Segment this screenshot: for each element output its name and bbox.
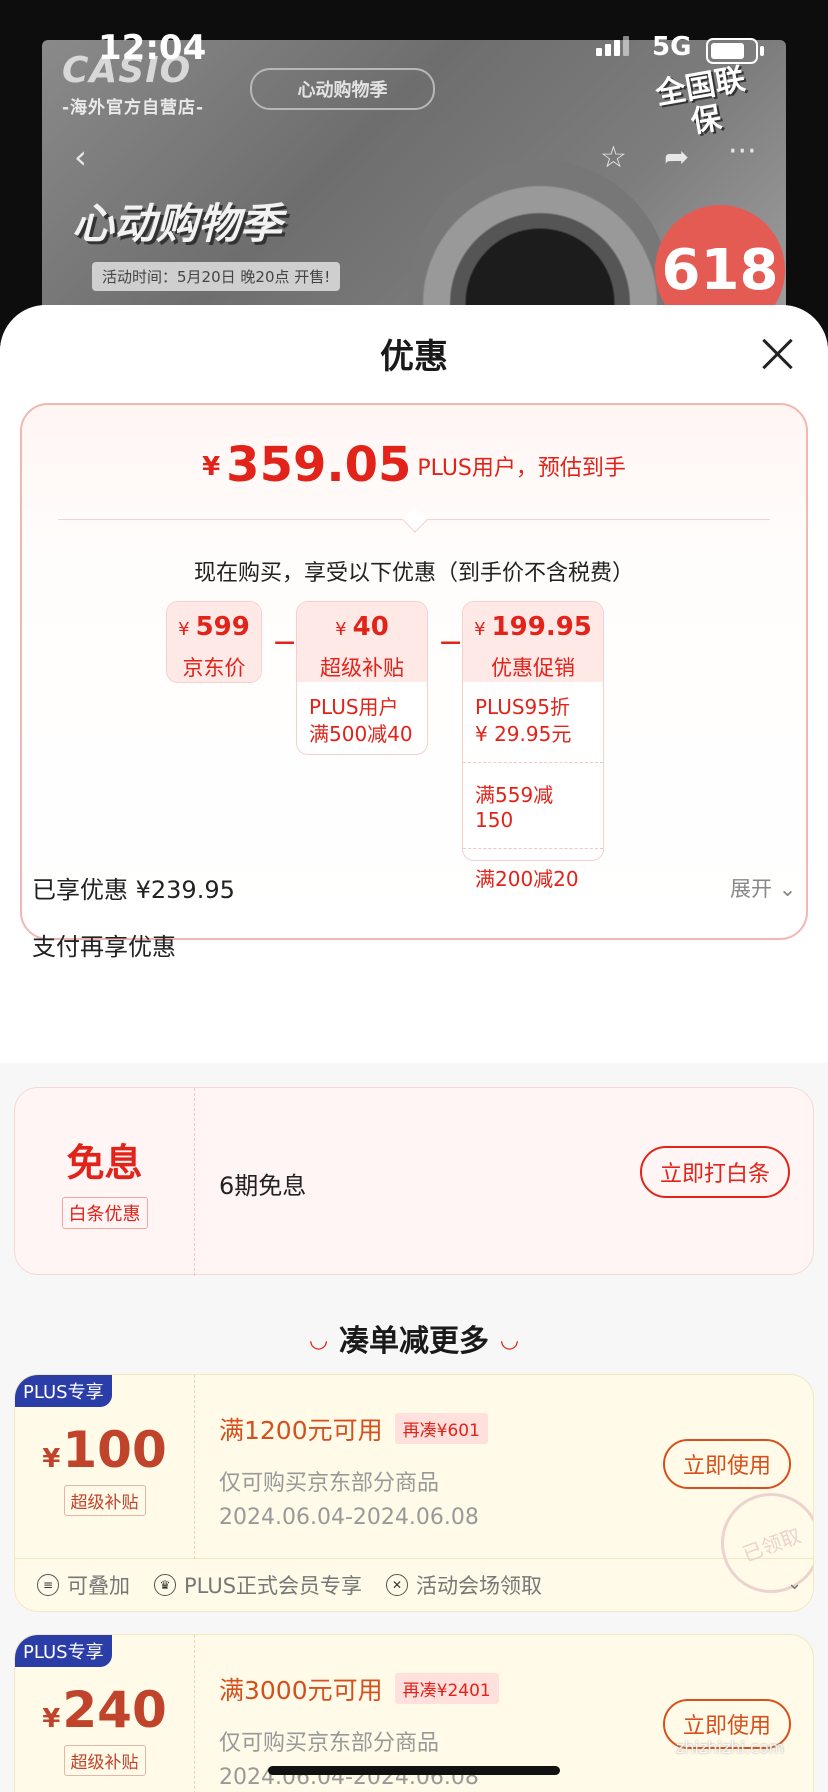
- final-price-currency: ¥: [202, 452, 221, 482]
- credit-offer-card: 免息 白条优惠 6期免息 立即打白条: [14, 1087, 814, 1276]
- sheet-header: 优惠: [0, 305, 828, 403]
- expand-button[interactable]: 展开 ⌄: [730, 873, 796, 903]
- battery-icon: [706, 38, 758, 64]
- promo-label: 优惠促销: [491, 656, 575, 680]
- coupon-condition: 满1200元可用 再凑¥601: [219, 1411, 488, 1447]
- final-price-note: PLUS用户，预估到手: [417, 456, 626, 481]
- coupon-desc: 仅可购买京东部分商品: [219, 1731, 440, 1756]
- banner-event-time: 活动时间：5月20日 晚20点 开售!: [92, 262, 341, 291]
- subsidy-label: 超级补贴: [320, 656, 404, 680]
- saved-amount: 已享优惠 ¥239.95: [32, 876, 235, 904]
- signal-icon: [596, 36, 629, 56]
- meta-stackable: ≡ 可叠加: [37, 1570, 130, 1600]
- coupon-tag: 超级补贴: [63, 1485, 146, 1516]
- banner-headline: 心动购物季: [72, 199, 283, 248]
- coupon-tag: 超级补贴: [63, 1745, 146, 1776]
- final-price: ¥359.05 PLUS用户，预估到手: [22, 437, 806, 493]
- plus-tag: PLUS专享: [15, 1635, 112, 1667]
- section-title-text: 凑单减更多: [339, 1324, 489, 1359]
- promo-box: ¥199.95 优惠促销 PLUS95折 ¥ 29.95元 满559减150 满…: [462, 601, 604, 891]
- promo-detail-2: ¥ 29.95元: [475, 722, 572, 746]
- promo-detail-1: PLUS95折: [475, 695, 570, 719]
- share-icon[interactable]: ➦: [664, 140, 689, 175]
- jd-price-value: ¥599: [178, 612, 250, 642]
- close-icon[interactable]: [760, 337, 794, 371]
- favorite-icon[interactable]: ☆: [600, 140, 627, 175]
- smile-icon: ◡: [501, 1328, 518, 1353]
- section-title: ◡ 凑单减更多 ◡: [0, 1316, 828, 1360]
- subsidy-detail-1: PLUS用户: [309, 695, 399, 719]
- sheet-body: ¥359.05 PLUS用户，预估到手 现在购买，享受以下优惠（到手价不含税费） …: [0, 403, 828, 1063]
- clock: 12:04: [98, 28, 207, 68]
- credit-left: 免息 白条优惠: [15, 1088, 195, 1276]
- jd-price-box: ¥599 京东价: [166, 601, 262, 683]
- meta-member: ♛ PLUS正式会员专享: [154, 1570, 362, 1600]
- network-type: 5G: [652, 32, 692, 62]
- promo-value: ¥199.95: [474, 612, 592, 642]
- coupon-extra: 再凑¥2401: [394, 1673, 499, 1704]
- watermark: zhizhizhi.com: [676, 1738, 785, 1757]
- subsidy-box: ¥40 超级补贴 PLUS用户 满500减40: [296, 601, 428, 755]
- meta-venue: ✕ 活动会场领取: [386, 1570, 542, 1600]
- coupon-main: ¥100 超级补贴 PLUS专享 满1200元可用 再凑¥601 仅可购买京东部分…: [15, 1375, 813, 1608]
- credit-text: 6期免息: [219, 1172, 307, 1200]
- more-icon[interactable]: ···: [728, 134, 757, 169]
- promo-row-2: 满559减150: [463, 762, 603, 848]
- back-icon[interactable]: ‹: [74, 138, 87, 176]
- chevron-down-icon[interactable]: ⌄: [787, 1573, 802, 1594]
- battery-tip: [760, 46, 764, 56]
- crown-icon: ♛: [154, 1574, 176, 1596]
- jd-price-head: ¥599 京东价: [167, 602, 261, 682]
- chevron-down-icon: ⌄: [778, 877, 797, 901]
- promo-row-3: 满200减20: [463, 848, 603, 908]
- credit-tag: 白条优惠: [61, 1197, 148, 1229]
- subsidy-head: ¥40 超级补贴: [297, 602, 427, 682]
- status-bar: 12:04 5G: [0, 0, 828, 100]
- price-card: ¥359.05 PLUS用户，预估到手 现在购买，享受以下优惠（到手价不含税费） …: [20, 403, 808, 940]
- subsidy-value: ¥40: [335, 612, 389, 642]
- pay-offers-title: 支付再享优惠: [32, 933, 176, 961]
- plus-tag: PLUS专享: [15, 1375, 112, 1407]
- expand-label: 展开: [730, 877, 772, 901]
- coupon-amount: ¥100: [42, 1421, 167, 1479]
- coupon-condition: 满3000元可用 再凑¥2401: [219, 1671, 499, 1707]
- sheet-title: 优惠: [380, 337, 448, 377]
- divider-notch: [402, 507, 428, 533]
- coupon-extra: 再凑¥601: [394, 1413, 488, 1444]
- buy-note: 现在购买，享受以下优惠（到手价不含税费）: [193, 561, 634, 586]
- coupon-amount: ¥240: [42, 1681, 167, 1739]
- home-indicator[interactable]: [268, 1766, 560, 1775]
- minus-sign: −: [438, 625, 464, 660]
- use-coupon-button[interactable]: 立即使用: [663, 1439, 791, 1489]
- final-price-amount: 359.05: [226, 437, 412, 493]
- coupon-meta: ≡ 可叠加 ♛ PLUS正式会员专享 ✕ 活动会场领取 ⌄: [15, 1559, 813, 1611]
- promo-head: ¥199.95 优惠促销: [463, 602, 603, 682]
- smile-icon: ◡: [310, 1328, 327, 1353]
- open-credit-button[interactable]: 立即打白条: [640, 1146, 790, 1198]
- ticket-icon: ✕: [386, 1574, 409, 1596]
- minus-sign: −: [272, 625, 298, 660]
- coupon-card: ¥100 超级补贴 PLUS专享 满1200元可用 再凑¥601 仅可购买京东部分…: [14, 1374, 814, 1612]
- credit-big-text: 免息: [66, 1141, 143, 1185]
- coupon-desc: 仅可购买京东部分商品: [219, 1471, 440, 1496]
- subsidy-detail-2: 满500减40: [309, 722, 413, 746]
- stack-icon: ≡: [37, 1574, 59, 1596]
- coupon-date: 2024.06.04-2024.06.08: [219, 1505, 479, 1530]
- jd-price-label: 京东价: [182, 656, 246, 680]
